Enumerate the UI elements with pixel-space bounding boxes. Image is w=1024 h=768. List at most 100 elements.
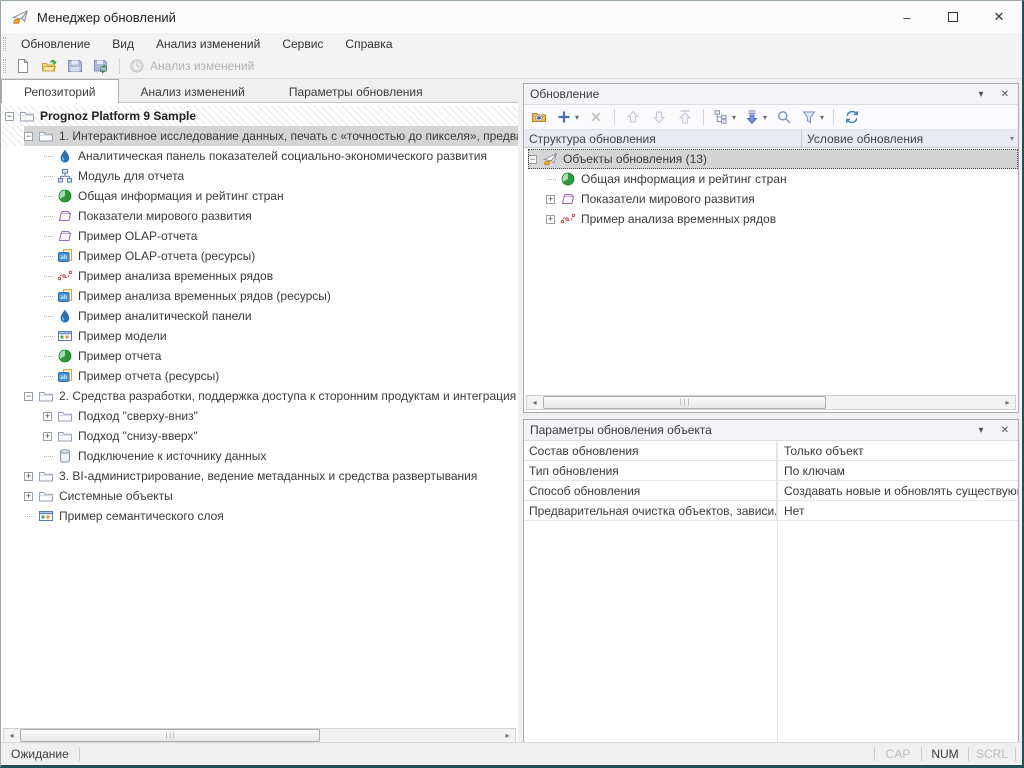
tree-item[interactable]: −2. Средства разработки, поддержка досту… bbox=[1, 386, 518, 406]
collapse-icon[interactable]: − bbox=[24, 132, 33, 141]
view-mode-button[interactable]: ▾ bbox=[709, 106, 740, 128]
param-value[interactable]: Только объект bbox=[777, 441, 1018, 460]
param-value[interactable]: По ключам bbox=[777, 461, 1018, 480]
chevron-down-icon[interactable]: ▾ bbox=[763, 113, 767, 122]
tree-item[interactable]: Пример OLAP-отчета bbox=[1, 226, 518, 246]
new-update-button[interactable] bbox=[10, 55, 36, 77]
model-icon bbox=[57, 328, 73, 344]
chevron-down-icon: ▾ bbox=[978, 89, 983, 100]
scroll-right-icon[interactable]: ▸ bbox=[500, 729, 515, 742]
tree-item[interactable]: Пример аналитической панели bbox=[1, 306, 518, 326]
chevron-down-icon[interactable]: ▾ bbox=[732, 113, 736, 122]
column-condition[interactable]: Условие обновления bbox=[802, 130, 1018, 147]
filter-button[interactable]: ▾ bbox=[797, 106, 828, 128]
close-button[interactable]: ✕ bbox=[976, 1, 1022, 33]
tree-item[interactable]: +Системные объекты bbox=[1, 486, 518, 506]
refresh-button[interactable] bbox=[839, 106, 865, 128]
menu-сервис[interactable]: Сервис bbox=[271, 35, 334, 53]
scroll-track[interactable] bbox=[542, 396, 1000, 409]
expand-icon[interactable]: + bbox=[43, 432, 52, 441]
panel-menu-button[interactable]: ▾ bbox=[974, 89, 988, 100]
close-icon: ✕ bbox=[1001, 89, 1009, 100]
tree-item[interactable]: +Подход "снизу-вверх" bbox=[1, 426, 518, 446]
repository-hscrollbar[interactable]: ◂ ▸ bbox=[3, 728, 516, 743]
create-update-button[interactable] bbox=[526, 106, 552, 128]
menu-обновление[interactable]: Обновление bbox=[10, 35, 101, 53]
scroll-left-icon[interactable]: ◂ bbox=[527, 396, 542, 409]
column-filter-icon[interactable]: ▾ bbox=[1010, 134, 1014, 143]
scroll-right-icon[interactable]: ▸ bbox=[1000, 396, 1015, 409]
tree-item-label: Общая информация и рейтинг стран bbox=[78, 189, 284, 203]
expand-icon[interactable]: + bbox=[24, 472, 33, 481]
scroll-thumb[interactable] bbox=[20, 729, 320, 742]
save-to-repository-button[interactable] bbox=[88, 55, 114, 77]
chevron-down-icon[interactable]: ▾ bbox=[575, 113, 579, 122]
menubar-grip[interactable] bbox=[3, 37, 6, 51]
tree-item[interactable]: +Пример анализа временных рядов bbox=[524, 209, 1018, 229]
scroll-track[interactable] bbox=[19, 729, 500, 742]
update-hscrollbar[interactable]: ◂ ▸ bbox=[526, 395, 1016, 410]
scroll-left-icon[interactable]: ◂ bbox=[4, 729, 19, 742]
tree-item[interactable]: abПример OLAP-отчета (ресурсы) bbox=[1, 246, 518, 266]
object-params-caption: Параметры обновления объекта ▾ ✕ bbox=[524, 420, 1018, 441]
param-value[interactable]: Создавать новые и обновлять существующие bbox=[777, 481, 1018, 500]
tab-параметры-обновления[interactable]: Параметры обновления bbox=[267, 81, 445, 103]
expand-icon[interactable]: + bbox=[546, 215, 555, 224]
toolbar-separator bbox=[119, 58, 120, 74]
tree-item[interactable]: Пример анализа временных рядов bbox=[1, 266, 518, 286]
tree-item[interactable]: + Подход "сверху-вниз" bbox=[1, 406, 518, 426]
tree-item[interactable]: Модуль для отчета bbox=[1, 166, 518, 186]
toolbar-grip[interactable] bbox=[3, 59, 6, 73]
add-object-button[interactable]: ▾ bbox=[552, 106, 583, 128]
expand-icon[interactable]: + bbox=[43, 412, 52, 421]
collapse-icon[interactable]: − bbox=[24, 392, 33, 401]
save-database-icon bbox=[93, 58, 109, 74]
scroll-thumb[interactable] bbox=[543, 396, 826, 409]
tree-item[interactable]: Аналитическая панель показателей социаль… bbox=[1, 146, 518, 166]
status-indicator-scrl: SCRL bbox=[969, 747, 1015, 761]
param-value[interactable]: Нет bbox=[777, 501, 1018, 520]
expand-icon[interactable]: + bbox=[24, 492, 33, 501]
tree-item[interactable]: Пример модели bbox=[1, 326, 518, 346]
update-column-header: Структура обновления Условие обновления … bbox=[524, 130, 1018, 148]
resource-icon: ab bbox=[57, 288, 73, 304]
tree-item[interactable]: −Объекты обновления (13) bbox=[524, 149, 1018, 169]
tree-item[interactable]: +3. BI-администрирование, ведение метада… bbox=[1, 466, 518, 486]
menu-вид[interactable]: Вид bbox=[101, 35, 145, 53]
tree-item[interactable]: abПример анализа временных рядов (ресурс… bbox=[1, 286, 518, 306]
move-up-icon bbox=[625, 109, 641, 125]
tree-item[interactable]: Общая информация и рейтинг стран bbox=[524, 169, 1018, 189]
tree-item[interactable]: abПример отчета (ресурсы) bbox=[1, 366, 518, 386]
panel-close-button[interactable]: ✕ bbox=[998, 89, 1012, 100]
expand-icon[interactable]: + bbox=[546, 195, 555, 204]
menu-справка[interactable]: Справка bbox=[334, 35, 403, 53]
tree-item[interactable]: Пример отчета bbox=[1, 346, 518, 366]
menu-анализ-изменений[interactable]: Анализ изменений bbox=[145, 35, 271, 53]
search-button[interactable] bbox=[771, 106, 797, 128]
tree-item[interactable]: Показатели мирового развития bbox=[1, 206, 518, 226]
tree-item[interactable]: Подключение к источнику данных bbox=[1, 446, 518, 466]
tree-item-label: Пример отчета (ресурсы) bbox=[78, 369, 219, 383]
tree-line bbox=[24, 506, 38, 526]
tree-item[interactable]: Пример семантического слоя bbox=[1, 506, 518, 526]
collapse-icon[interactable]: − bbox=[528, 155, 537, 164]
tab-репозиторий[interactable]: Репозиторий bbox=[1, 79, 119, 103]
tree-structure-icon bbox=[713, 109, 729, 125]
maximize-button[interactable] bbox=[930, 1, 976, 33]
collapse-icon[interactable]: − bbox=[5, 112, 14, 121]
tree-item[interactable]: −1. Интерактивное исследование данных, п… bbox=[1, 126, 518, 146]
refresh-icon bbox=[844, 109, 860, 125]
tab-анализ-изменений[interactable]: Анализ изменений bbox=[119, 81, 267, 103]
chevron-down-icon[interactable]: ▾ bbox=[820, 113, 824, 122]
minimize-button[interactable]: – bbox=[884, 1, 930, 33]
open-update-button[interactable] bbox=[36, 55, 62, 77]
load-order-button[interactable]: ▾ bbox=[740, 106, 771, 128]
tree-item[interactable]: −Prognoz Platform 9 Sample bbox=[1, 106, 518, 126]
panel-menu-button[interactable]: ▾ bbox=[974, 425, 988, 436]
tree-item-label: Подход "сверху-вниз" bbox=[78, 409, 198, 423]
tree-item[interactable]: +Показатели мирового развития bbox=[524, 189, 1018, 209]
column-structure[interactable]: Структура обновления bbox=[524, 130, 802, 147]
panel-close-button[interactable]: ✕ bbox=[998, 425, 1012, 436]
tree-item[interactable]: Общая информация и рейтинг стран bbox=[1, 186, 518, 206]
tree-line bbox=[43, 226, 57, 246]
